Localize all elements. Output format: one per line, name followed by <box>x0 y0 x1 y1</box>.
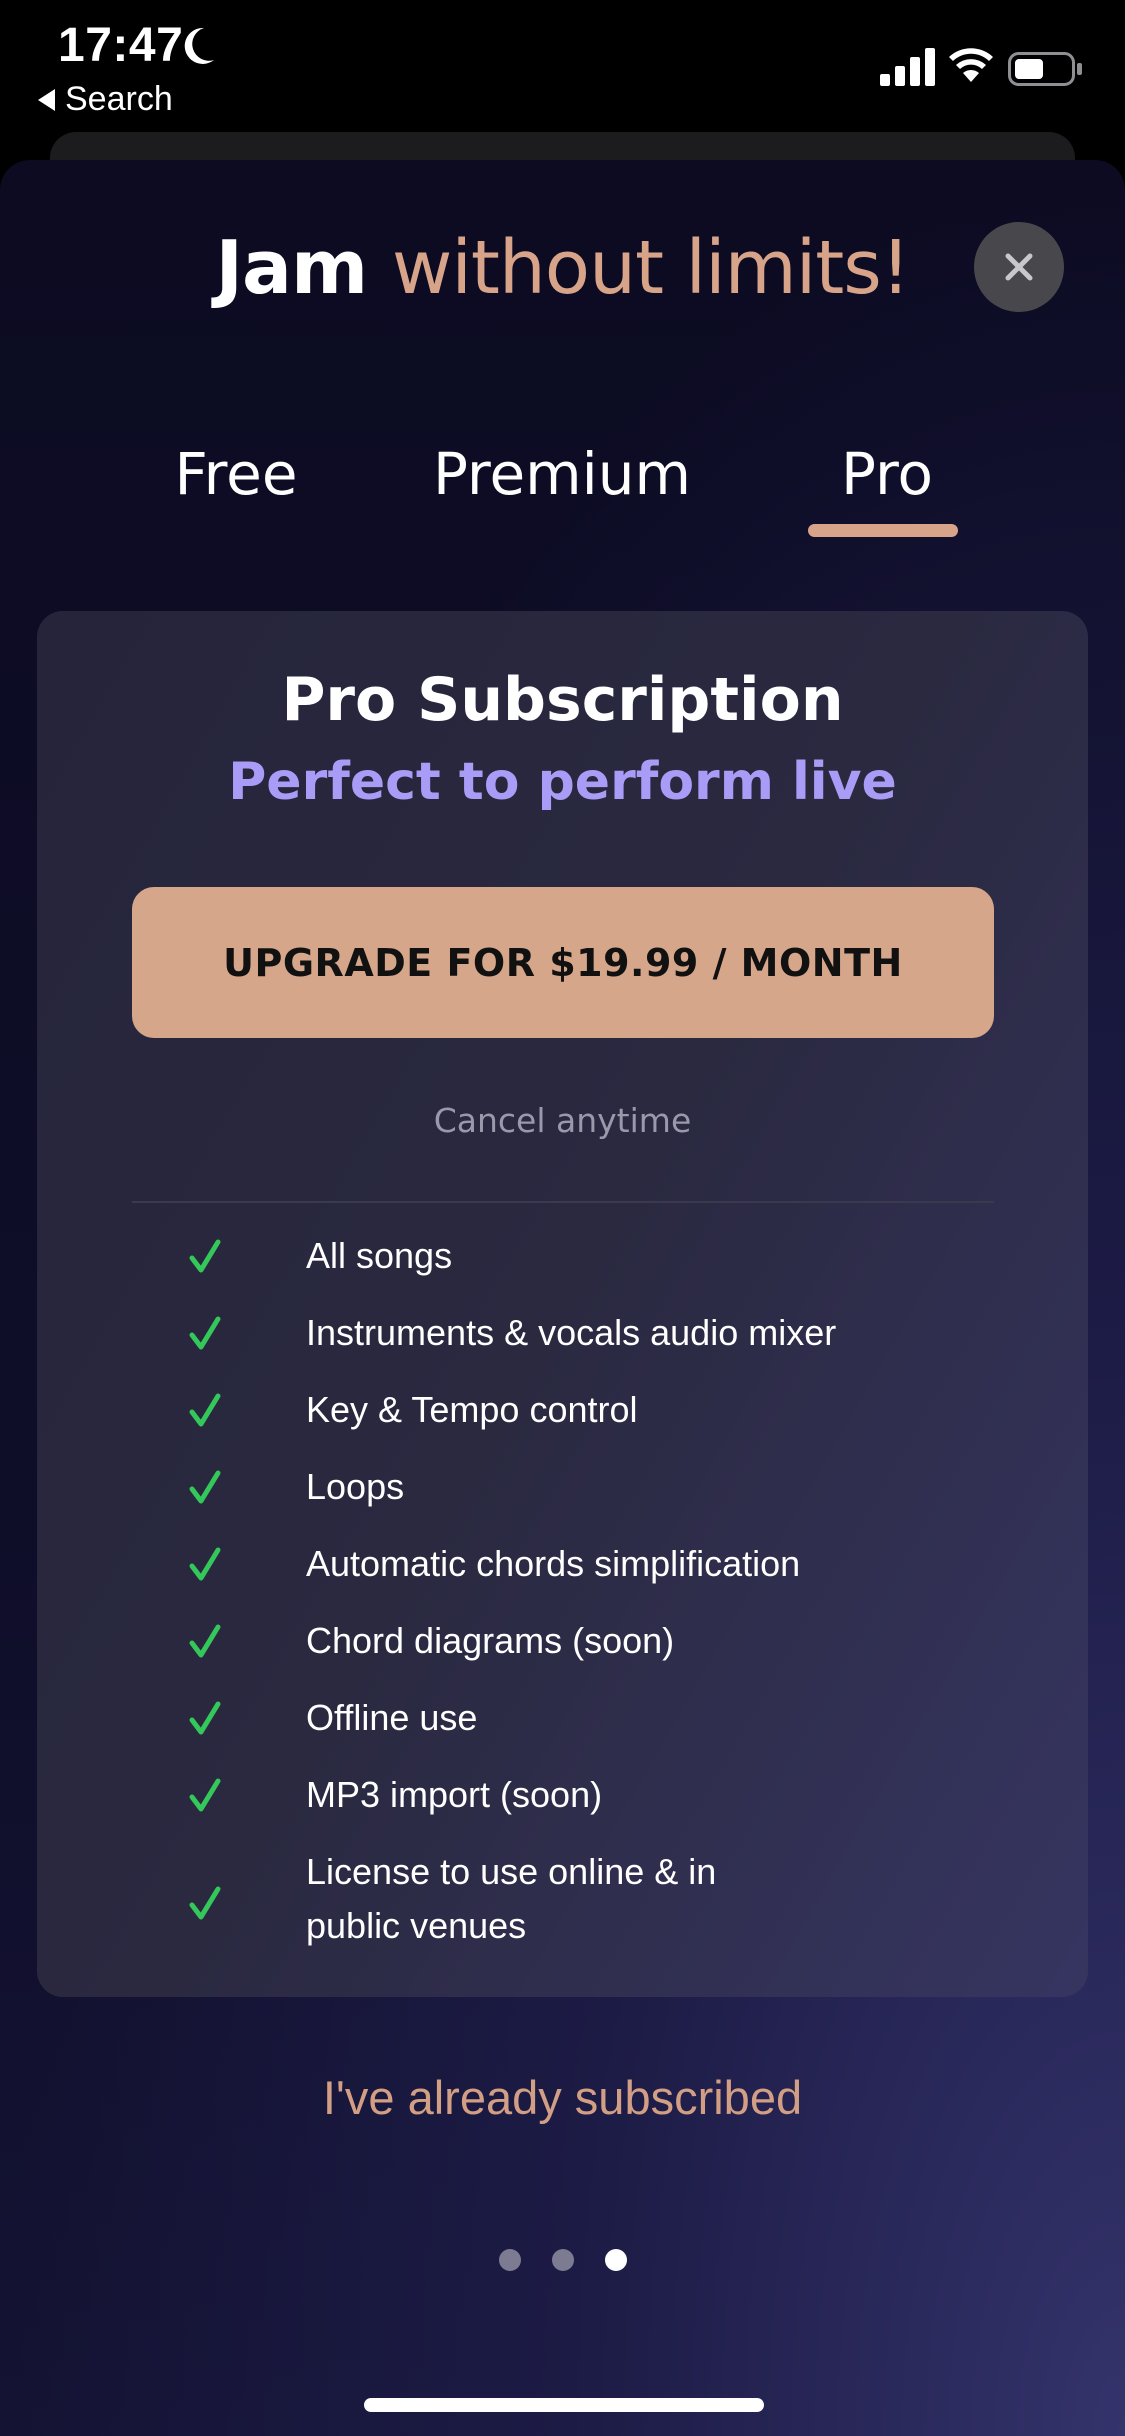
close-button[interactable] <box>974 222 1064 312</box>
page-title: Jam without limits! <box>0 225 1125 311</box>
feature-item: All songs <box>0 1229 1125 1289</box>
check-icon <box>188 1698 222 1738</box>
feature-item: License to use online & in public venues <box>0 1845 1125 1946</box>
check-icon <box>188 1467 222 1507</box>
close-icon <box>1005 253 1033 281</box>
feature-label-line-2: public venues <box>306 1905 527 1946</box>
restore-subscription-link[interactable]: I've already subscribed <box>0 2070 1125 2125</box>
feature-item: Instruments & vocals audio mixer <box>0 1306 1125 1366</box>
wifi-icon <box>949 48 993 82</box>
check-icon <box>188 1390 222 1430</box>
feature-label: Key & Tempo control <box>306 1389 638 1430</box>
page-dot-3[interactable] <box>605 2249 627 2271</box>
check-icon <box>188 1236 222 1276</box>
moon-icon <box>184 27 214 64</box>
feature-label-line-1: License to use online & in <box>306 1851 717 1892</box>
plan-subtitle: Perfect to perform live <box>228 752 897 812</box>
feature-item: Chord diagrams (soon) <box>0 1614 1125 1674</box>
back-to-search-link[interactable]: Search <box>38 80 173 119</box>
feature-label: Instruments & vocals audio mixer <box>306 1312 837 1353</box>
page-dot-2[interactable] <box>552 2249 574 2271</box>
home-indicator <box>364 2398 764 2412</box>
tab-pro[interactable]: Pro <box>841 440 933 508</box>
feature-label: Loops <box>306 1466 405 1507</box>
tab-premium[interactable]: Premium <box>433 440 691 508</box>
active-tab-indicator <box>808 524 958 537</box>
feature-label: MP3 import (soon) <box>306 1774 603 1815</box>
feature-item: Loops <box>0 1460 1125 1520</box>
cellular-signal-icon <box>880 48 935 86</box>
cancel-anytime-note: Cancel anytime <box>433 1101 692 1140</box>
check-icon <box>188 1775 222 1815</box>
back-arrow-icon <box>38 88 55 111</box>
feature-label: All songs <box>306 1235 453 1276</box>
feature-label: Offline use <box>306 1697 478 1738</box>
plan-title: Pro Subscription <box>281 665 844 735</box>
back-label: Search <box>65 80 173 118</box>
feature-label: Chord diagrams (soon) <box>306 1620 675 1661</box>
title-part-2: without limits! <box>391 225 911 311</box>
feature-item: Key & Tempo control <box>0 1383 1125 1443</box>
check-icon <box>188 1883 222 1923</box>
upgrade-button[interactable]: UPGRADE FOR $19.99 / MONTH <box>132 887 994 1038</box>
check-icon <box>188 1621 222 1661</box>
title-part-1: Jam <box>215 225 368 311</box>
status-time: 17:47 <box>58 19 184 72</box>
check-icon <box>188 1313 222 1353</box>
feature-item: Offline use <box>0 1691 1125 1751</box>
page-dot-1[interactable] <box>499 2249 521 2271</box>
feature-label: Automatic chords simplification <box>306 1543 801 1584</box>
feature-label: License to use online & in public venues <box>306 1845 716 1953</box>
divider <box>132 1201 994 1203</box>
check-icon <box>188 1544 222 1584</box>
tab-free[interactable]: Free <box>174 440 297 508</box>
feature-item: Automatic chords simplification <box>0 1537 1125 1597</box>
feature-item: MP3 import (soon) <box>0 1768 1125 1828</box>
battery-icon <box>1008 52 1082 86</box>
